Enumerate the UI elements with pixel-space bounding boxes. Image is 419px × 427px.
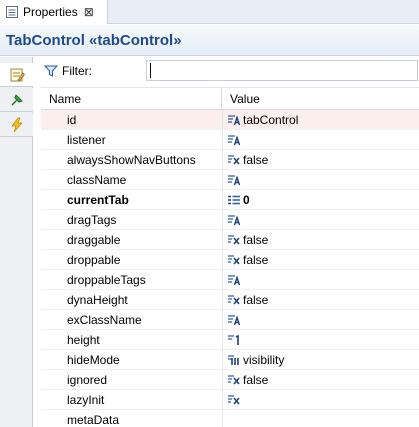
properties-table: Name Value id tabControl listener alwaysSho… — [41, 87, 419, 427]
table-row[interactable]: height — [41, 330, 419, 350]
property-name: height — [67, 333, 100, 347]
property-value-text: 0 — [243, 193, 250, 207]
table-row[interactable]: className — [41, 170, 419, 190]
table-row[interactable]: alwaysShowNavButtons false — [41, 150, 419, 170]
tab-properties[interactable]: Properties ⊠ — [0, 0, 108, 24]
boolean-type-icon — [227, 154, 241, 166]
property-value-text: tabControl — [243, 113, 299, 127]
boolean-type-icon — [227, 254, 241, 266]
table-row[interactable]: lazyInit — [41, 390, 419, 410]
table-row[interactable]: currentTab 0 — [41, 190, 419, 210]
string-type-icon — [227, 274, 241, 286]
properties-icon — [6, 6, 18, 18]
table-row[interactable]: id tabControl — [41, 110, 419, 130]
string-type-icon — [227, 314, 241, 326]
property-name: dragTags — [67, 213, 117, 227]
property-value[interactable]: false — [227, 250, 419, 270]
property-value[interactable] — [227, 390, 419, 410]
property-value[interactable]: false — [227, 370, 419, 390]
lightning-icon — [10, 117, 23, 132]
property-value[interactable] — [227, 330, 419, 350]
filter-label: Filter: — [62, 64, 92, 78]
property-value[interactable] — [227, 410, 419, 427]
property-value[interactable] — [227, 210, 419, 230]
property-value[interactable]: false — [227, 230, 419, 250]
property-name: droppable — [67, 253, 121, 267]
table-row[interactable]: dragTags — [41, 210, 419, 230]
column-header-name[interactable]: Name — [41, 88, 222, 110]
property-value-text: false — [243, 253, 269, 267]
string-type-icon — [227, 114, 241, 126]
property-name: listener — [67, 133, 106, 147]
page-title: TabControl «tabControl» — [6, 31, 182, 49]
side-tab-pin[interactable] — [0, 88, 33, 112]
side-tab-properties[interactable] — [0, 63, 33, 87]
property-name: ignored — [67, 373, 108, 387]
table-row[interactable]: droppable false — [41, 250, 419, 270]
property-value-text: visibility — [243, 353, 285, 367]
string-type-icon — [227, 214, 241, 226]
property-name: droppableTags — [67, 273, 146, 287]
property-value-text: false — [243, 233, 269, 247]
table-row[interactable]: hideMode visibility — [41, 350, 419, 370]
number-type-icon — [227, 334, 241, 346]
column-header-value[interactable]: Value — [222, 88, 419, 110]
table-row[interactable]: listener — [41, 130, 419, 150]
property-value-text: false — [243, 293, 269, 307]
property-value[interactable]: false — [227, 290, 419, 310]
string-type-icon — [227, 174, 241, 186]
property-value[interactable]: visibility — [227, 350, 419, 370]
property-value[interactable] — [227, 170, 419, 190]
property-value-text: false — [243, 373, 269, 387]
pin-icon — [11, 93, 23, 105]
property-value[interactable] — [227, 270, 419, 290]
boolean-type-icon — [227, 374, 241, 386]
table-row[interactable]: exClassName — [41, 310, 419, 330]
string-type-icon — [227, 134, 241, 146]
property-name: lazyInit — [67, 393, 105, 407]
property-name: hideMode — [67, 353, 120, 367]
filter-input[interactable] — [146, 60, 418, 81]
filter-row: Filter: — [34, 57, 419, 85]
property-name: exClassName — [67, 313, 142, 327]
edit-properties-icon — [10, 68, 25, 81]
property-value[interactable] — [227, 130, 419, 150]
enum-type-icon — [227, 354, 241, 366]
property-value[interactable]: false — [227, 150, 419, 170]
property-name: className — [67, 173, 127, 187]
property-name: metaData — [67, 413, 120, 427]
filter-icon — [44, 65, 58, 77]
table-row[interactable]: droppableTags — [41, 270, 419, 290]
view-tab-bar: Properties ⊠ — [0, 0, 419, 24]
text-caret — [150, 63, 151, 78]
table-header: Name Value — [41, 87, 419, 110]
table-row[interactable]: ignored false — [41, 370, 419, 390]
table-row[interactable]: draggable false — [41, 230, 419, 250]
properties-header: TabControl «tabControl» — [0, 25, 419, 56]
property-value[interactable]: 0 — [227, 190, 419, 210]
boolean-type-icon — [227, 394, 241, 406]
close-icon[interactable]: ⊠ — [84, 5, 94, 19]
property-value[interactable]: tabControl — [227, 110, 419, 130]
boolean-type-icon — [227, 234, 241, 246]
table-row[interactable]: metaData — [41, 410, 419, 427]
boolean-type-icon — [227, 294, 241, 306]
property-name: draggable — [67, 233, 121, 247]
property-name: alwaysShowNavButtons — [67, 153, 196, 167]
property-name: currentTab — [67, 193, 129, 207]
side-tab-strip — [0, 57, 33, 427]
property-name: id — [67, 113, 77, 127]
side-tab-events[interactable] — [0, 113, 33, 137]
table-row[interactable]: dynaHeight false — [41, 290, 419, 310]
property-name: dynaHeight — [67, 293, 128, 307]
list-type-icon — [227, 195, 241, 206]
tab-label: Properties — [23, 5, 78, 19]
property-value[interactable] — [227, 310, 419, 330]
property-value-text: false — [243, 153, 269, 167]
column-divider — [222, 110, 223, 427]
